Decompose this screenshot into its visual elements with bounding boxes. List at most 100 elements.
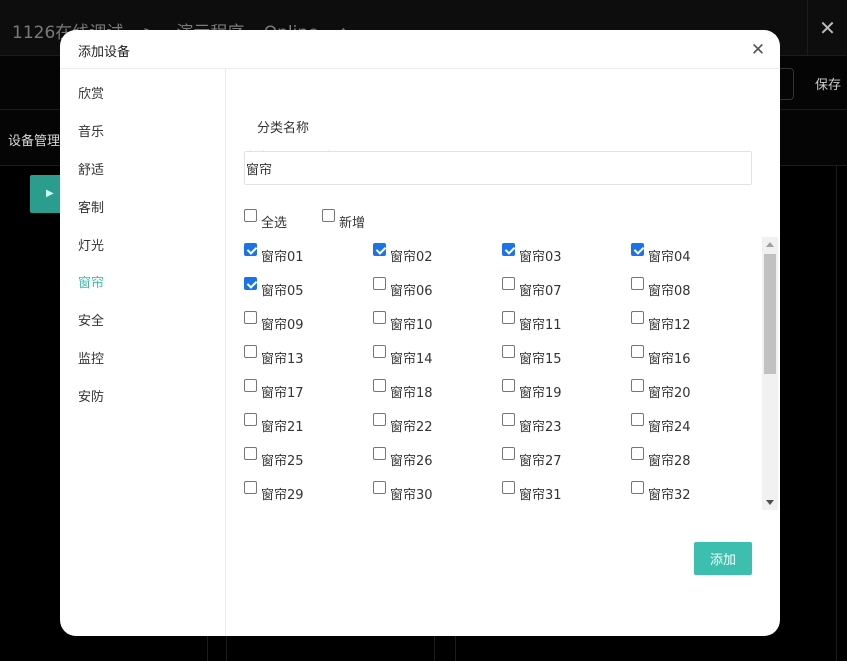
checkbox-unchecked[interactable] [502,345,515,358]
device-checkbox-item[interactable]: 窗帘30 [373,479,433,503]
device-checkbox-item[interactable]: 窗帘22 [373,411,433,435]
sidebar-item-lighting[interactable]: 灯光 [78,235,104,259]
device-checkbox-item[interactable]: 窗帘25 [244,445,304,469]
device-label: 窗帘09 [261,318,304,333]
device-label: 窗帘25 [261,454,304,469]
checkbox-checked[interactable] [631,243,644,256]
device-checkbox-item[interactable]: 窗帘10 [373,309,433,333]
checkbox-unchecked[interactable] [244,345,257,358]
device-checkbox-item[interactable]: 窗帘08 [631,275,691,299]
device-checkbox-item[interactable]: 窗帘02 [373,241,433,265]
device-checkbox-item[interactable]: 窗帘14 [373,343,433,367]
checkbox-unchecked[interactable] [373,481,386,494]
sidebar-item-safety[interactable]: 安全 [78,310,104,334]
device-checkbox-item[interactable]: 窗帘28 [631,445,691,469]
sidebar-item-curtain[interactable]: 窗帘 [78,272,104,296]
checkbox-unchecked[interactable] [244,311,257,324]
device-label: 窗帘10 [390,318,433,333]
device-checkbox-item[interactable]: 窗帘27 [502,445,562,469]
checkbox-unchecked[interactable] [373,277,386,290]
checkbox-checked[interactable] [373,243,386,256]
sidebar-item-monitoring[interactable]: 监控 [78,348,104,372]
category-name-input[interactable] [244,151,752,185]
sidebar-item-custom[interactable]: 客制 [78,197,104,221]
checkbox-box[interactable] [322,209,335,222]
checkbox-unchecked[interactable] [631,447,644,460]
checkbox-unchecked[interactable] [373,379,386,392]
checkbox-unchecked[interactable] [244,413,257,426]
device-checkbox-item[interactable]: 窗帘15 [502,343,562,367]
sidebar-item-security[interactable]: 安防 [78,386,104,410]
checkbox-checked[interactable] [502,243,515,256]
select-all-checkbox[interactable]: 全选 [244,207,287,231]
checkbox-unchecked[interactable] [373,311,386,324]
nav-item-device-management[interactable]: 设备管理 [8,130,60,149]
checkbox-unchecked[interactable] [502,481,515,494]
device-checkbox-item[interactable]: 窗帘26 [373,445,433,469]
checkbox-unchecked[interactable] [631,345,644,358]
checkbox-box[interactable] [244,209,257,222]
list-scrollbar[interactable] [762,237,778,510]
device-checkbox-item[interactable]: 窗帘20 [631,377,691,401]
device-checkbox-item[interactable]: 窗帘09 [244,309,304,333]
device-label: 窗帘24 [648,420,691,435]
device-checkbox-item[interactable]: 窗帘12 [631,309,691,333]
device-checkbox-item[interactable]: 窗帘23 [502,411,562,435]
checkbox-unchecked[interactable] [631,311,644,324]
checkbox-unchecked[interactable] [502,413,515,426]
sidebar-item-appreciate[interactable]: 欣赏 [78,83,104,107]
checkbox-unchecked[interactable] [373,413,386,426]
checkbox-checked[interactable] [244,243,257,256]
device-checkbox-item[interactable]: 窗帘07 [502,275,562,299]
checkbox-unchecked[interactable] [631,277,644,290]
scroll-up-arrow-icon[interactable] [766,242,774,247]
checkbox-unchecked[interactable] [631,379,644,392]
dialog-title: 添加设备 [78,45,131,60]
device-checkbox-item[interactable]: 窗帘24 [631,411,691,435]
device-checkbox-item[interactable]: 窗帘06 [373,275,433,299]
checkbox-checked[interactable] [244,277,257,290]
device-label: 窗帘30 [390,488,433,503]
device-checkbox-item[interactable]: 窗帘31 [502,479,562,503]
device-checkbox-item[interactable]: 窗帘19 [502,377,562,401]
device-checkbox-item[interactable]: 窗帘05 [244,275,304,299]
device-label: 窗帘07 [519,284,562,299]
device-label: 窗帘02 [390,250,433,265]
device-label: 窗帘17 [261,386,304,401]
save-button[interactable]: 保存 [815,74,841,93]
checkbox-unchecked[interactable] [502,277,515,290]
device-checkbox-item[interactable]: 窗帘32 [631,479,691,503]
sidebar-item-music[interactable]: 音乐 [78,121,104,145]
device-checkbox-item[interactable]: 窗帘13 [244,343,304,367]
device-checkbox-item[interactable]: 窗帘21 [244,411,304,435]
add-new-checkbox[interactable]: 新增 [322,207,365,231]
checkbox-unchecked[interactable] [244,447,257,460]
checkbox-unchecked[interactable] [244,481,257,494]
device-checkbox-item[interactable]: 窗帘29 [244,479,304,503]
device-checkbox-item[interactable]: 窗帘11 [502,309,562,333]
close-icon[interactable]: ✕ [748,40,768,60]
sidebar-item-comfort[interactable]: 舒适 [78,159,104,183]
checkbox-unchecked[interactable] [502,447,515,460]
checkbox-unchecked[interactable] [244,379,257,392]
device-checkbox-item[interactable]: 窗帘01 [244,241,304,265]
play-button[interactable]: ▶ [30,175,64,213]
device-label: 窗帘28 [648,454,691,469]
device-checkbox-item[interactable]: 窗帘18 [373,377,433,401]
checkbox-unchecked[interactable] [631,481,644,494]
checkbox-unchecked[interactable] [631,413,644,426]
scrollbar-thumb[interactable] [764,254,776,374]
add-button[interactable]: 添加 [694,542,752,575]
device-checkbox-item[interactable]: 窗帘17 [244,377,304,401]
checkbox-unchecked[interactable] [373,447,386,460]
checkbox-unchecked[interactable] [502,311,515,324]
checkbox-unchecked[interactable] [373,345,386,358]
device-label: 窗帘26 [390,454,433,469]
device-label: 窗帘20 [648,386,691,401]
scroll-down-arrow-icon[interactable] [766,500,774,505]
device-checkbox-item[interactable]: 窗帘16 [631,343,691,367]
checkbox-unchecked[interactable] [502,379,515,392]
device-checkbox-item[interactable]: 窗帘04 [631,241,691,265]
device-checkbox-item[interactable]: 窗帘03 [502,241,562,265]
app-close-icon[interactable]: ✕ [807,0,847,56]
